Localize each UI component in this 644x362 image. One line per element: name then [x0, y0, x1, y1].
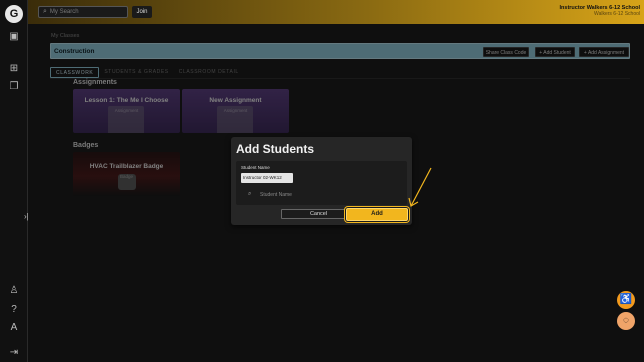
- sidebar: G ▣ ⊞ ❐ ›| ♙ ? A ⇥: [0, 0, 29, 362]
- search-placeholder: My Search: [49, 9, 79, 15]
- user-info[interactable]: Instructor Walkers 6-12 School Walkers 6…: [560, 5, 641, 17]
- modal-title: Add Students: [236, 142, 314, 156]
- school-name: Walkers 6-12 School: [594, 11, 640, 17]
- student-search-input[interactable]: Student Name: [260, 192, 292, 198]
- search-icon: ⌕: [248, 191, 252, 197]
- help-icon[interactable]: ?: [8, 304, 20, 316]
- selected-student-chip[interactable]: Instructor 02-WK12: [241, 173, 293, 183]
- user-icon[interactable]: ♙: [8, 285, 20, 297]
- join-button[interactable]: Join: [132, 6, 152, 18]
- grid-icon[interactable]: ⊞: [8, 63, 20, 75]
- copy-icon[interactable]: ❐: [8, 81, 20, 93]
- chat-icon[interactable]: ◌: [617, 312, 635, 330]
- annotation-arrow-icon: [408, 167, 432, 207]
- search-icon: ⌕: [43, 8, 47, 15]
- accessibility-icon[interactable]: ♿: [617, 291, 635, 309]
- student-name-label: Student Name: [241, 165, 270, 170]
- translate-icon[interactable]: A: [8, 322, 20, 334]
- top-bar: ⌕ My Search Join Instructor Walkers 6-12…: [28, 0, 644, 24]
- cancel-button[interactable]: Cancel: [281, 209, 356, 219]
- logout-icon[interactable]: ⇥: [8, 347, 20, 359]
- student-picker-panel: Student Name Instructor 02-WK12 ⌕ Studen…: [236, 161, 407, 205]
- add-button[interactable]: Add: [346, 208, 408, 221]
- home-icon[interactable]: ▣: [8, 31, 20, 43]
- app-root: G ▣ ⊞ ❐ ›| ♙ ? A ⇥ ⌕ My Search Join Inst…: [0, 0, 644, 362]
- app-logo[interactable]: G: [5, 5, 23, 23]
- add-students-modal: Add Students Student Name Instructor 02-…: [231, 137, 412, 225]
- search-input[interactable]: ⌕ My Search: [38, 6, 128, 18]
